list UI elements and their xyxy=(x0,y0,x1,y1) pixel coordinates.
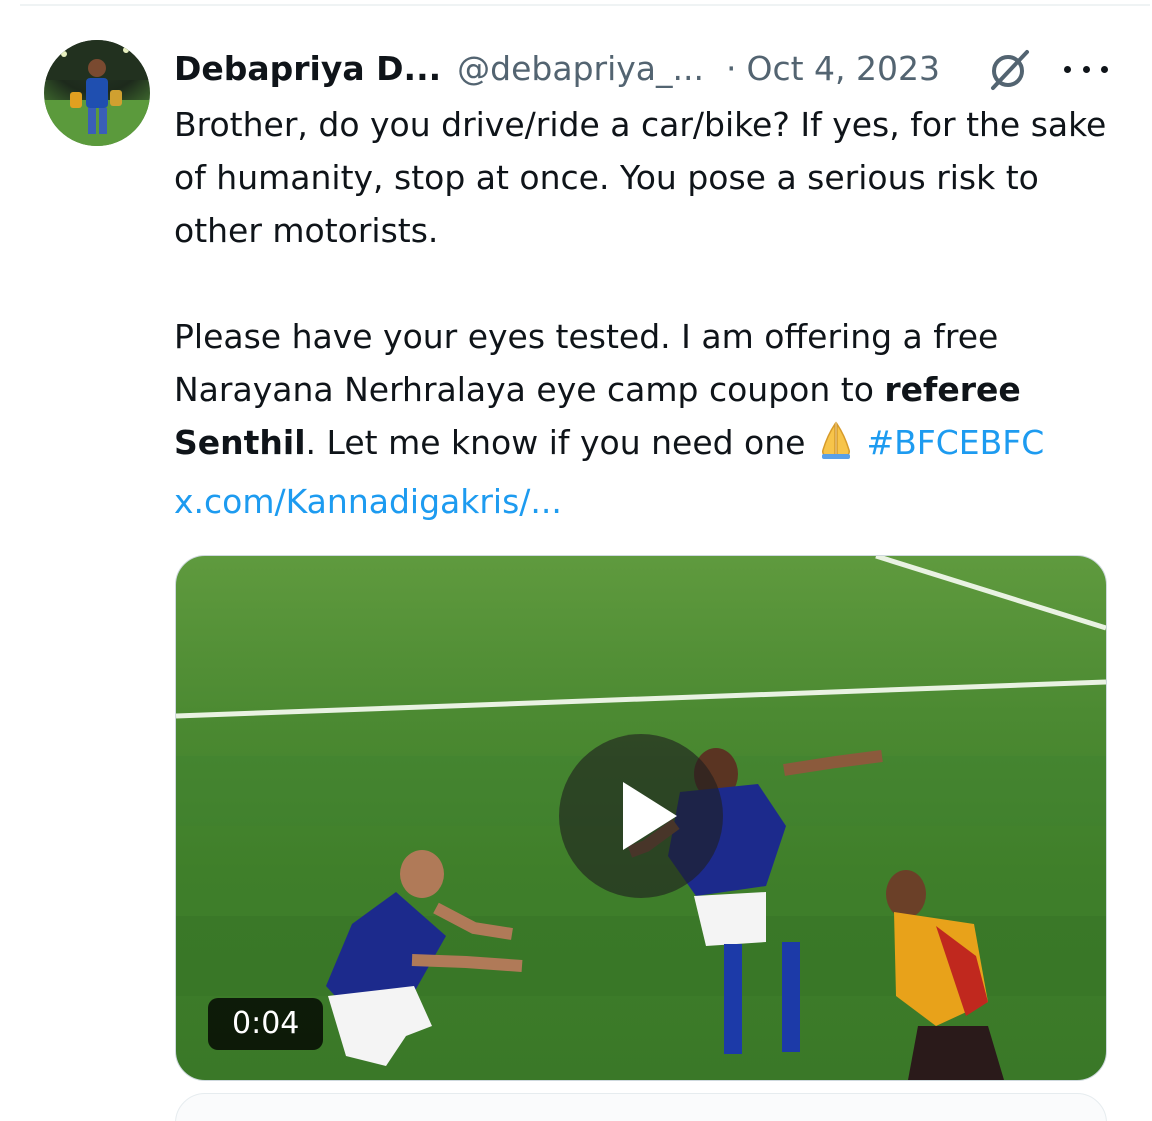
grok-icon[interactable] xyxy=(987,46,1033,92)
next-card-edge xyxy=(175,1093,1107,1121)
divider xyxy=(20,4,1150,6)
tweet-text-part: Please have your eyes tested. I am offer… xyxy=(174,317,999,409)
tweet-paragraph-2: Please have your eyes tested. I am offer… xyxy=(174,310,1134,528)
hashtag-link[interactable]: #BFCEBFC xyxy=(866,423,1044,462)
author-name[interactable]: Debapriya D... xyxy=(174,49,441,88)
video-player[interactable]: 0:04 xyxy=(175,555,1107,1081)
tweet-header: Debapriya D... @debapriya_... · Oct 4, 2… xyxy=(174,40,1134,96)
pray-emoji xyxy=(816,420,856,475)
author-handle[interactable]: @debapriya_... xyxy=(457,49,704,88)
tweet-paragraph-1: Brother, do you drive/ride a car/bike? I… xyxy=(174,105,1107,250)
video-duration: 0:04 xyxy=(208,998,324,1050)
tweet-text-part: . Let me know if you need one xyxy=(305,423,816,462)
avatar[interactable] xyxy=(44,40,150,146)
separator-dot: · xyxy=(725,48,737,88)
tweet-date[interactable]: Oct 4, 2023 xyxy=(746,49,940,88)
quoted-url-link[interactable]: x.com/Kannadigakris/... xyxy=(174,482,562,521)
play-icon xyxy=(623,782,677,850)
tweet-text: Brother, do you drive/ride a car/bike? I… xyxy=(174,98,1134,528)
play-button[interactable] xyxy=(559,734,723,898)
tweet-page: Debapriya D... @debapriya_... · Oct 4, 2… xyxy=(0,0,1152,1121)
more-icon[interactable] xyxy=(1064,46,1108,92)
avatar-image xyxy=(44,40,150,146)
